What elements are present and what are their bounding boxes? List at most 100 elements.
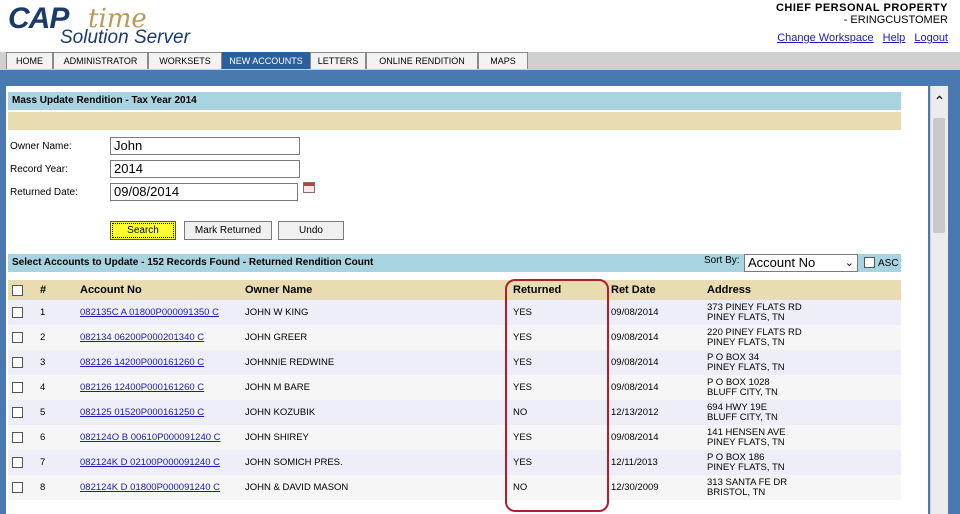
mark-returned-button[interactable]: Mark Returned [184,221,272,240]
tab-home[interactable]: HOME [6,52,53,69]
address-cell: P O BOX 34 PINEY FLATS, TN [703,350,901,375]
address-line1: 141 HENSEN AVE [707,426,786,438]
asc-checkbox[interactable] [864,257,875,268]
row-checkbox[interactable] [12,356,23,368]
calendar-icon[interactable] [303,182,315,193]
ret-date-cell: 09/08/2014 [607,425,703,450]
returned-cell: NO [509,475,607,500]
tab-administrator[interactable]: ADMINISTRATOR [53,52,148,69]
owner-name-input[interactable]: John [110,137,300,155]
accounts-table: # Account No Owner Name Returned Ret Dat… [8,280,901,500]
ret-date-cell: 09/08/2014 [607,300,703,325]
form-title: Mass Update Rendition - Tax Year 2014 [8,92,901,110]
ret-date-cell: 12/11/2013 [607,450,703,475]
col-retdate-header[interactable]: Ret Date [607,280,703,300]
address-line2: BLUFF CITY, TN [707,411,778,423]
row-number: 5 [36,400,76,425]
address-line1: P O BOX 1028 [707,376,770,388]
row-checkbox[interactable] [12,331,23,343]
form-divider [8,112,901,130]
tab-new-accounts[interactable]: NEW ACCOUNTS [222,52,310,69]
tab-letters[interactable]: LETTERS [310,52,366,69]
address-line2: PINEY FLATS, TN [707,336,785,348]
select-all-header [8,280,36,300]
logout-link[interactable]: Logout [914,32,948,44]
address-cell: 313 SANTA FE DR BRISTOL, TN [703,475,901,500]
captime-logo: CAP time Solution Server [6,2,236,50]
main-tabs: HOME ADMINISTRATOR WORKSETS NEW ACCOUNTS… [6,52,528,70]
help-link[interactable]: Help [883,32,906,44]
row-checkbox[interactable] [12,381,23,393]
address-cell: 373 PINEY FLATS RD PINEY FLATS, TN [703,300,901,325]
row-checkbox[interactable] [12,306,23,318]
returned-cell: YES [509,300,607,325]
returned-cell: YES [509,325,607,350]
user-name: - ERINGCUSTOMER [843,14,948,26]
asc-label: ASC [878,258,899,269]
owner-name-cell: JOHN KOZUBIK [241,400,509,425]
tab-online-rendition[interactable]: ONLINE RENDITION [366,52,478,69]
select-all-checkbox[interactable] [12,284,23,296]
logo-subtitle: Solution Server [60,27,190,48]
table-header-row: # Account No Owner Name Returned Ret Dat… [8,280,901,300]
scroll-thumb[interactable] [933,118,945,233]
account-link[interactable]: 082134 06200P000201340 C [80,332,204,343]
owner-name-cell: JOHN SHIREY [241,425,509,450]
row-checkbox[interactable] [12,431,23,443]
content-frame: Mass Update Rendition - Tax Year 2014 Ow… [0,70,960,514]
vertical-scrollbar[interactable]: ⌃ [930,86,948,514]
row-number: 2 [36,325,76,350]
undo-button[interactable]: Undo [278,221,344,240]
sort-by-select[interactable]: Account No ⌄ [744,254,858,272]
table-row: 2 082134 06200P000201340 C JOHN GREER YE… [8,325,901,350]
returned-cell: NO [509,400,607,425]
row-number: 1 [36,300,76,325]
col-returned-header[interactable]: Returned [509,280,607,300]
row-number: 8 [36,475,76,500]
sort-by-value: Account No [748,255,816,270]
col-address-header[interactable]: Address [703,280,901,300]
address-line1: 220 PINEY FLATS RD [707,326,802,338]
search-button[interactable]: Search [110,221,176,240]
row-number: 6 [36,425,76,450]
row-checkbox[interactable] [12,456,23,468]
account-link[interactable]: 082124K D 01800P000091240 C [80,482,220,493]
returned-cell: YES [509,375,607,400]
returned-date-label: Returned Date: [10,187,78,198]
app-header: CAP time Solution Server CHIEF PERSONAL … [0,0,960,52]
ret-date-cell: 09/08/2014 [607,350,703,375]
account-link[interactable]: 082124O B 00610P000091240 C [80,432,221,443]
account-link[interactable]: 082126 14200P000161260 C [80,357,204,368]
owner-name-cell: JOHN M BARE [241,375,509,400]
returned-cell: YES [509,425,607,450]
table-row: 6 082124O B 00610P000091240 C JOHN SHIRE… [8,425,901,450]
row-checkbox[interactable] [12,406,23,418]
address-line1: P O BOX 186 [707,451,765,463]
address-line2: BLUFF CITY, TN [707,386,778,398]
record-year-input[interactable]: 2014 [110,160,300,178]
returned-cell: YES [509,350,607,375]
account-link[interactable]: 082126 12400P000161260 C [80,382,204,393]
ret-date-cell: 12/13/2012 [607,400,703,425]
tab-worksets[interactable]: WORKSETS [148,52,222,69]
col-owner-header[interactable]: Owner Name [241,280,509,300]
tab-maps[interactable]: MAPS [478,52,528,69]
account-link[interactable]: 082135C A 01800P000091350 C [80,307,219,318]
address-line2: PINEY FLATS, TN [707,436,785,448]
change-workspace-link[interactable]: Change Workspace [777,32,873,44]
account-link[interactable]: 082124K D 02100P000091240 C [80,457,220,468]
address-line1: 694 HWY 19E [707,401,768,413]
returned-date-input[interactable]: 09/08/2014 [110,183,298,201]
address-line1: P O BOX 34 [707,351,760,363]
owner-name-cell: JOHNNIE REDWINE [241,350,509,375]
address-line2: BRISTOL, TN [707,486,766,498]
address-cell: P O BOX 1028 BLUFF CITY, TN [703,375,901,400]
returned-cell: YES [509,450,607,475]
row-number: 4 [36,375,76,400]
record-year-label: Record Year: [10,164,68,175]
row-checkbox[interactable] [12,481,23,493]
chevron-up-icon[interactable]: ⌃ [931,86,948,116]
address-cell: 694 HWY 19E BLUFF CITY, TN [703,400,901,425]
account-link[interactable]: 082125 01520P000161250 C [80,407,204,418]
col-account-header[interactable]: Account No [76,280,241,300]
